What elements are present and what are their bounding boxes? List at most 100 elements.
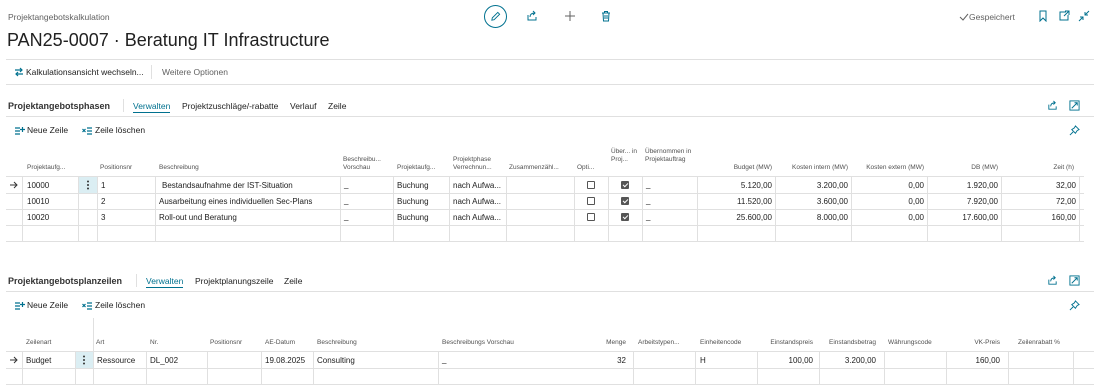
- col-beschreibung[interactable]: Beschreibung: [317, 339, 357, 347]
- col-db[interactable]: DB (MW): [930, 164, 998, 172]
- cell-budget[interactable]: 5.120,00: [700, 181, 772, 190]
- tab-verwalten[interactable]: Verwalten: [146, 276, 184, 288]
- phases-delete-line-button[interactable]: Zeile löschen: [82, 125, 147, 137]
- cell-billing[interactable]: nach Aufwa...: [453, 197, 501, 206]
- expand-icon[interactable]: [1069, 100, 1080, 111]
- col-nr[interactable]: Nr.: [150, 339, 158, 347]
- cell-kind[interactable]: Ressource: [97, 356, 135, 365]
- add-icon[interactable]: [564, 10, 576, 22]
- share-icon[interactable]: [1047, 100, 1058, 111]
- planlines-new-line-button[interactable]: Neue Zeile: [14, 300, 74, 312]
- col-einheitencode[interactable]: Einheitencode: [700, 339, 741, 347]
- share-icon[interactable]: [1047, 275, 1058, 286]
- col-zusammenzaehlung[interactable]: Zusammenzähl...: [509, 164, 559, 172]
- optional-checkbox[interactable]: [587, 213, 595, 221]
- col-zeilenart[interactable]: Zeilenart: [26, 339, 51, 347]
- cell-billing[interactable]: nach Aufwa...: [453, 181, 501, 190]
- cell-cost-int[interactable]: 8.000,00: [778, 213, 848, 222]
- transfer-checkbox[interactable]: [621, 181, 629, 189]
- cell-task[interactable]: 10010: [27, 197, 49, 206]
- col-projektaufgabe[interactable]: Projektaufg...: [27, 164, 65, 172]
- share-icon[interactable]: [526, 10, 538, 22]
- cell-no[interactable]: DL_002: [150, 356, 178, 365]
- cell-qty[interactable]: 32: [590, 356, 626, 365]
- pin-icon[interactable]: [1069, 300, 1080, 311]
- cell-type[interactable]: Buchung: [397, 213, 429, 222]
- optional-checkbox[interactable]: [587, 197, 595, 205]
- cell-pos[interactable]: 3: [101, 213, 105, 222]
- cell-type[interactable]: Buchung: [397, 197, 429, 206]
- col-uebernommen[interactable]: Übernommen in Projektauftrag: [645, 148, 695, 164]
- col-einstandspreis[interactable]: Einstandspreis: [760, 339, 813, 347]
- cell-date[interactable]: 19.08.2025: [265, 356, 305, 365]
- cell-cost-int[interactable]: 3.600,00: [778, 197, 848, 206]
- cell-budget[interactable]: 25.600,00: [700, 213, 772, 222]
- cell-cost-ext[interactable]: 0,00: [852, 197, 924, 206]
- col-arbeitstypen[interactable]: Arbeitstypen...: [638, 339, 680, 347]
- pin-icon[interactable]: [1069, 125, 1080, 136]
- cell-unitcost[interactable]: 100,00: [760, 356, 813, 365]
- tab-verlauf[interactable]: Verlauf: [290, 101, 316, 111]
- cell-costamt[interactable]: 3.200,00: [818, 356, 876, 365]
- cell-preview[interactable]: _: [344, 196, 348, 205]
- cell-preview[interactable]: _: [442, 355, 446, 364]
- col-beschreibung[interactable]: Beschreibung: [159, 164, 199, 172]
- cell-taken[interactable]: _: [646, 180, 650, 189]
- cell-task[interactable]: 10000: [27, 181, 49, 190]
- delete-icon[interactable]: [600, 10, 612, 22]
- phases-new-line-button[interactable]: Neue Zeile: [14, 125, 74, 137]
- cell-preview[interactable]: _: [344, 180, 348, 189]
- col-kosten-intern[interactable]: Kosten intern (MW): [778, 164, 848, 172]
- cell-desc[interactable]: Ausarbeitung eines individuellen Sec-Pla…: [159, 197, 312, 206]
- col-einstandsbetrag[interactable]: Einstandsbetrag: [818, 339, 876, 347]
- row-menu-button[interactable]: [76, 352, 93, 368]
- switch-view-button[interactable]: Kalkulationsansicht wechseln...: [14, 66, 144, 78]
- cell-unit[interactable]: H: [700, 356, 706, 365]
- col-uebernahme[interactable]: Über... in Proj...: [611, 148, 639, 164]
- transfer-checkbox[interactable]: [621, 197, 629, 205]
- tab-zeile[interactable]: Zeile: [284, 276, 302, 286]
- col-positionsnr[interactable]: Positionsnr: [100, 164, 132, 172]
- cell-taken[interactable]: _: [646, 212, 650, 221]
- cell-desc[interactable]: Roll-out und Beratung: [159, 213, 237, 222]
- cell-type[interactable]: Buchung: [397, 181, 429, 190]
- tab-zeile[interactable]: Zeile: [328, 101, 346, 111]
- col-budget[interactable]: Budget (MW): [700, 164, 772, 172]
- cell-price[interactable]: 160,00: [950, 356, 1000, 365]
- open-new-icon[interactable]: [1058, 10, 1070, 22]
- cell-pos[interactable]: 1: [101, 181, 105, 190]
- row-menu-button[interactable]: [79, 177, 97, 193]
- optional-checkbox[interactable]: [587, 181, 595, 189]
- col-beschreibung-vorschau[interactable]: Beschreibu... Vorschau: [343, 156, 389, 172]
- cell-pos[interactable]: 2: [101, 197, 105, 206]
- cell-cost-int[interactable]: 3.200,00: [778, 181, 848, 190]
- cell-db[interactable]: 7.920,00: [930, 197, 998, 206]
- cell-db[interactable]: 1.920,00: [930, 181, 998, 190]
- edit-button[interactable]: [484, 5, 507, 28]
- col-art[interactable]: Art: [96, 339, 104, 347]
- col-menge[interactable]: Menge: [590, 339, 626, 347]
- cell-budget[interactable]: 11.520,00: [700, 197, 772, 206]
- bookmark-icon[interactable]: [1038, 10, 1048, 22]
- cell-db[interactable]: 17.600,00: [930, 213, 998, 222]
- collapse-icon[interactable]: [1078, 10, 1090, 22]
- cell-desc[interactable]: Consulting: [317, 356, 355, 365]
- col-ae-datum[interactable]: AE-Datum: [265, 339, 295, 347]
- col-beschreibungs-vorschau[interactable]: Beschreibungs Vorschau: [442, 339, 514, 347]
- transfer-checkbox[interactable]: [621, 213, 629, 221]
- cell-time[interactable]: 72,00: [1004, 197, 1076, 206]
- cell-linetype[interactable]: Budget: [26, 356, 51, 365]
- tab-verwalten[interactable]: Verwalten: [133, 101, 171, 113]
- col-kosten-extern[interactable]: Kosten extern (MW): [852, 164, 924, 172]
- cell-desc[interactable]: Bestandsaufnahme der IST-Situation: [162, 181, 293, 190]
- cell-cost-ext[interactable]: 0,00: [852, 213, 924, 222]
- cell-cost-ext[interactable]: 0,00: [852, 181, 924, 190]
- cell-taken[interactable]: _: [646, 196, 650, 205]
- cell-time[interactable]: 32,00: [1004, 181, 1076, 190]
- col-waehrungscode[interactable]: Währungscode: [888, 339, 932, 347]
- col-zeilenrabatt[interactable]: Zeilenrabatt %: [1018, 339, 1060, 347]
- cell-billing[interactable]: nach Aufwa...: [453, 213, 501, 222]
- expand-icon[interactable]: [1069, 275, 1080, 286]
- col-zeit[interactable]: Zeit (h): [1004, 164, 1074, 172]
- more-options-button[interactable]: Weitere Optionen: [162, 67, 228, 77]
